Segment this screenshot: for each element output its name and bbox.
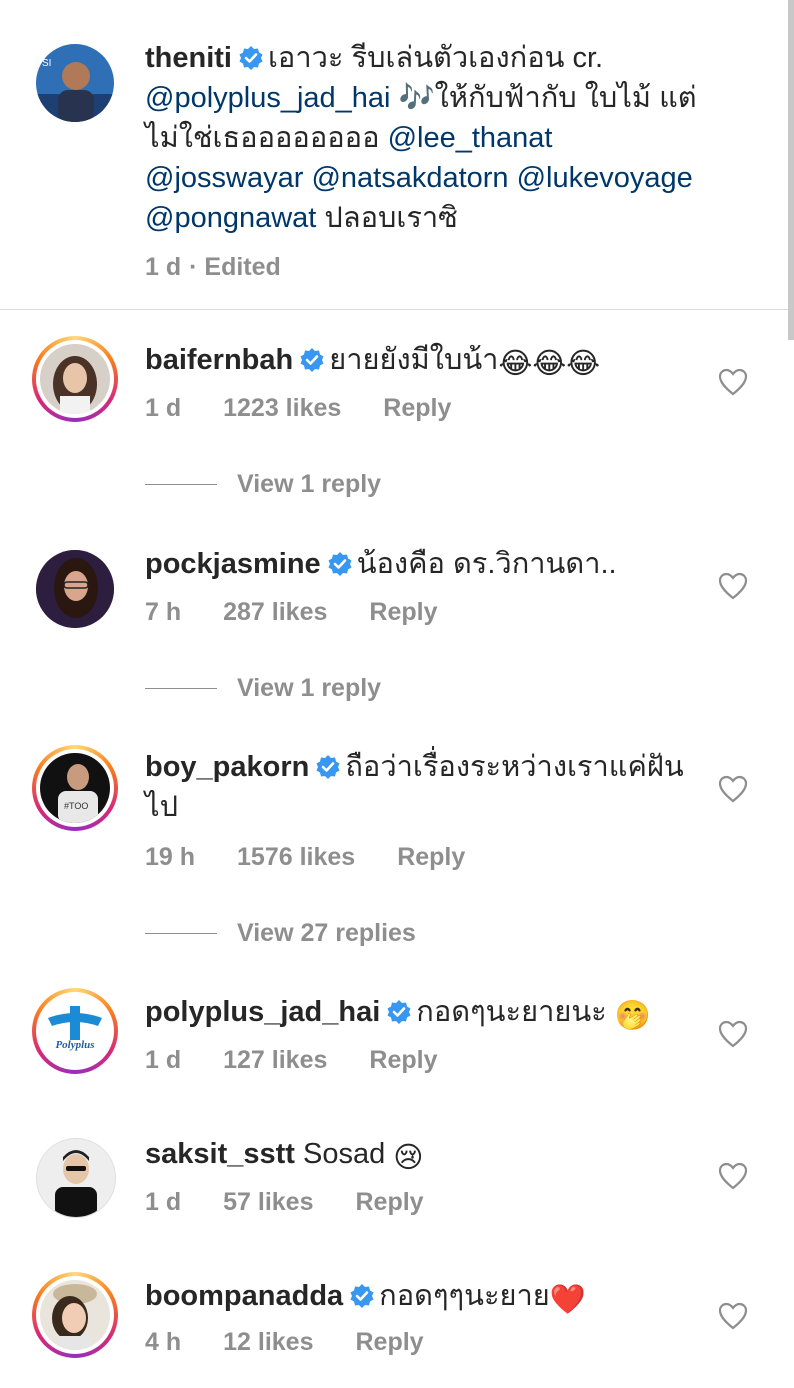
comment-meta: 1 d 1223 likes Reply: [145, 394, 493, 423]
mention-link[interactable]: @natsakdatorn: [311, 162, 508, 194]
avatar[interactable]: [36, 550, 114, 628]
comment-time: 4 h: [145, 1328, 182, 1356]
mention-link[interactable]: @josswayar: [145, 162, 303, 194]
comment-meta: 7 h 287 likes Reply: [145, 598, 479, 627]
crying-emoji: 😢: [393, 1142, 424, 1174]
verified-badge-icon: [328, 552, 352, 576]
verified-badge-icon: [239, 46, 263, 70]
verified-badge-icon: [316, 755, 340, 779]
comment-time: 19 h: [145, 843, 196, 871]
avatar: [40, 1280, 110, 1350]
like-count[interactable]: 127 likes: [223, 1046, 327, 1074]
comment-username[interactable]: pockjasmine: [145, 548, 321, 580]
view-replies-label: View 1 reply: [237, 674, 382, 702]
heart-icon[interactable]: [718, 1302, 748, 1330]
post-caption: SI theniti เอาวะ รีบเล่นตัวเองก่อน cr. @p…: [0, 0, 794, 310]
comment-text: baifernbah ยายยังมีใบน้า😂😂😂: [145, 340, 705, 384]
heart-icon[interactable]: [718, 775, 748, 803]
reply-button[interactable]: Reply: [355, 1328, 423, 1356]
heart-icon[interactable]: [718, 1162, 748, 1190]
avatar: Polyplus: [40, 996, 110, 1066]
caption-username[interactable]: theniti: [145, 42, 232, 74]
caption-author-avatar[interactable]: SI: [36, 44, 114, 122]
caption-body-1: เอาวะ รีบเล่นตัวเองก่อน cr.: [268, 42, 604, 74]
red-heart-emoji: ❤️: [549, 1284, 586, 1316]
edited-label: · Edited: [189, 253, 281, 281]
comment-text: saksit_sstt Sosad 😢: [145, 1134, 705, 1178]
comment-text: boompanadda กอดๆๆนะยาย❤️: [145, 1276, 705, 1320]
comment-text: polyplus_jad_hai กอดๆนะยายนะ 🤭: [145, 992, 705, 1036]
caption-meta: 1 d · Edited: [145, 253, 323, 282]
avatar: #TOO: [40, 753, 110, 823]
caption-body-3: ปลอบเราซิ: [324, 202, 458, 234]
comment-body: กอดๆนะยายนะ: [416, 996, 607, 1028]
view-replies-label: View 1 reply: [237, 470, 382, 498]
story-ring[interactable]: Polyplus: [32, 988, 118, 1074]
laughing-emoji: 😂😂😂: [498, 348, 601, 380]
avatar: [40, 344, 110, 414]
comment-text: boy_pakorn ถือว่าเรื่องระหว่างเราแค่ฝันไป: [145, 747, 705, 827]
scrollbar[interactable]: [788, 0, 794, 340]
like-count[interactable]: 287 likes: [223, 598, 327, 626]
mention-link[interactable]: @lee_thanat: [388, 122, 553, 154]
verified-badge-icon: [387, 1000, 411, 1024]
comment-time: 7 h: [145, 598, 182, 626]
story-ring[interactable]: [32, 1272, 118, 1358]
view-replies-button[interactable]: View 27 replies: [145, 919, 416, 948]
svg-text:#TOO: #TOO: [64, 801, 88, 811]
comment-username[interactable]: saksit_sstt: [145, 1138, 295, 1170]
story-ring[interactable]: [32, 336, 118, 422]
reply-button[interactable]: Reply: [369, 598, 437, 626]
divider-line: [145, 933, 217, 934]
comment-body: ยายยังมีใบน้า: [329, 344, 499, 376]
reply-button[interactable]: Reply: [383, 394, 451, 422]
like-count[interactable]: 12 likes: [223, 1328, 313, 1356]
like-count[interactable]: 57 likes: [223, 1188, 313, 1216]
view-replies-button[interactable]: View 1 reply: [145, 470, 381, 499]
like-count[interactable]: 1576 likes: [237, 843, 355, 871]
like-count[interactable]: 1223 likes: [223, 394, 341, 422]
comment-username[interactable]: baifernbah: [145, 344, 293, 376]
verified-badge-icon: [300, 348, 324, 372]
comment-time: 1 d: [145, 1188, 182, 1216]
caption-text: theniti เอาวะ รีบเล่นตัวเองก่อน cr. @poly…: [145, 38, 745, 238]
svg-text:SI: SI: [42, 58, 51, 69]
mention-link[interactable]: @pongnawat: [145, 202, 316, 234]
hand-over-mouth-emoji: 🤭: [614, 1000, 651, 1032]
reply-button[interactable]: Reply: [369, 1046, 437, 1074]
caption-divider: [0, 309, 790, 310]
heart-icon[interactable]: [718, 1020, 748, 1048]
heart-icon[interactable]: [718, 572, 748, 600]
mention-link[interactable]: @lukevoyage: [517, 162, 693, 194]
comment-time: 1 d: [145, 1046, 182, 1074]
comment-time: 1 d: [145, 394, 182, 422]
view-replies-button[interactable]: View 1 reply: [145, 674, 381, 703]
polyplus-logo-text: Polyplus: [55, 1039, 94, 1051]
comment-meta: 4 h 12 likes Reply: [145, 1328, 466, 1357]
music-note-emoji: 🎶: [398, 82, 435, 114]
caption-time: 1 d: [145, 253, 182, 281]
comment-username[interactable]: boy_pakorn: [145, 751, 309, 783]
comment-username[interactable]: polyplus_jad_hai: [145, 996, 380, 1028]
comment-username[interactable]: boompanadda: [145, 1280, 343, 1312]
divider-line: [145, 484, 217, 485]
comment-meta: 1 d 57 likes Reply: [145, 1188, 466, 1217]
divider-line: [145, 688, 217, 689]
comment-meta: 1 d 127 likes Reply: [145, 1046, 479, 1075]
reply-button[interactable]: Reply: [355, 1188, 423, 1216]
heart-icon[interactable]: [718, 368, 748, 396]
comment-body: Sosad: [303, 1138, 386, 1170]
mention-link[interactable]: @polyplus_jad_hai: [145, 82, 391, 114]
comment-text: pockjasmine น้องคือ ดร.วิกานดา..: [145, 544, 705, 584]
comment-body: กอดๆๆนะยาย: [379, 1280, 550, 1312]
comment-body: น้องคือ ดร.วิกานดา..: [356, 548, 617, 580]
story-ring[interactable]: #TOO: [32, 745, 118, 831]
comment-meta: 19 h 1576 likes Reply: [145, 843, 507, 872]
reply-button[interactable]: Reply: [397, 843, 465, 871]
verified-badge-icon: [350, 1284, 374, 1308]
avatar[interactable]: [36, 1138, 116, 1218]
view-replies-label: View 27 replies: [237, 919, 416, 947]
